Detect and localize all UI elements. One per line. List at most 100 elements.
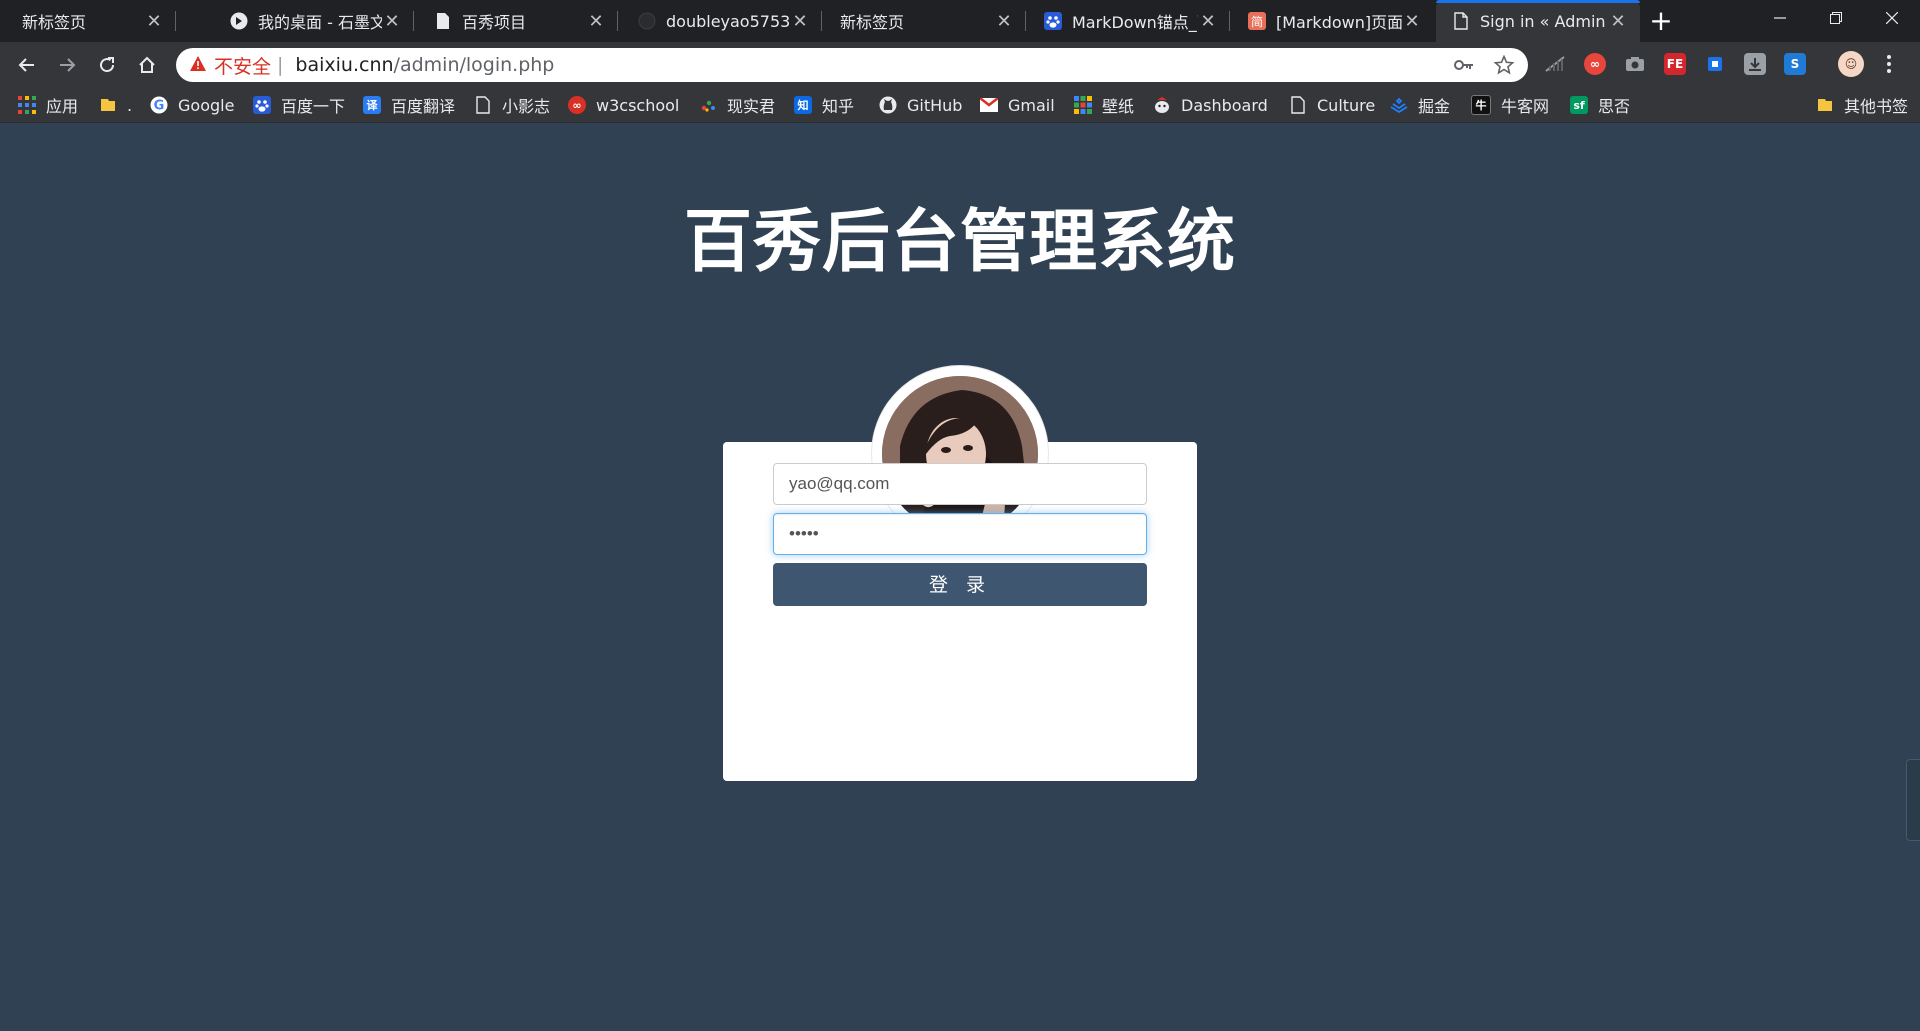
nowcoder-icon: 牛 bbox=[1471, 95, 1491, 115]
address-bar[interactable]: 不安全 | baixiu.cnn/admin/login.php bbox=[176, 48, 1528, 82]
bookmark-label: 牛客网 bbox=[1501, 97, 1550, 116]
forward-arrow-icon[interactable] bbox=[52, 50, 82, 80]
jianshu-icon: 简 bbox=[1248, 12, 1266, 30]
browser-tab[interactable]: MarkDown锚点_百 ✕ bbox=[1026, 0, 1230, 42]
browser-tab[interactable]: doubleyao5753/b ✕ bbox=[618, 0, 822, 42]
baidu-translate-icon: 译 bbox=[363, 96, 381, 114]
close-icon[interactable]: ✕ bbox=[1402, 11, 1422, 32]
menu-kebab-icon[interactable] bbox=[1882, 53, 1896, 75]
bookmark-label: GitHub bbox=[907, 95, 963, 115]
star-icon[interactable] bbox=[1494, 48, 1514, 82]
bookmark-segmentfault[interactable]: sf 思否 bbox=[1570, 88, 1630, 122]
browser-tab[interactable]: 新标签页 ✕ bbox=[0, 0, 176, 42]
login-button[interactable]: 登 录 bbox=[773, 563, 1147, 606]
close-icon[interactable]: ✕ bbox=[144, 11, 164, 32]
baidu-paw-icon bbox=[1044, 12, 1062, 30]
key-icon[interactable] bbox=[1454, 48, 1474, 82]
dashboard-icon bbox=[1153, 96, 1171, 114]
bookmark-nowcoder[interactable]: 牛 牛客网 bbox=[1471, 88, 1549, 122]
zhihu-icon: 知 bbox=[794, 96, 812, 114]
tab-separator bbox=[175, 11, 176, 31]
bookmark-google[interactable]: G Google bbox=[150, 88, 234, 122]
folder-icon bbox=[99, 96, 117, 114]
extension-infinity-icon[interactable]: ∞ bbox=[1584, 53, 1606, 75]
close-icon[interactable]: ✕ bbox=[382, 11, 402, 32]
close-icon[interactable]: ✕ bbox=[1198, 11, 1218, 32]
bookmark-label: 百度一下 bbox=[281, 97, 346, 116]
tab-title: [Markdown]页面 bbox=[1276, 13, 1402, 32]
avatar-image bbox=[882, 376, 1038, 532]
tab-title: 新标签页 bbox=[840, 13, 905, 32]
bookmark-other-folder[interactable]: 其他书签 bbox=[1816, 88, 1908, 122]
url-path: /admin/login.php bbox=[393, 54, 555, 76]
bookmark-w3cschool[interactable]: ∞ w3cschool bbox=[568, 88, 679, 122]
gmail-icon bbox=[980, 96, 998, 114]
bookmark-baidu[interactable]: 百度一下 bbox=[253, 88, 345, 122]
browser-tab[interactable]: 新标签页 ✕ bbox=[822, 0, 1026, 42]
bookmark-label: Google bbox=[178, 95, 235, 115]
bookmark-apps[interactable]: 应用 bbox=[18, 88, 78, 122]
bookmark-gmail[interactable]: Gmail bbox=[980, 88, 1055, 122]
bookmark-label: Dashboard bbox=[1181, 95, 1268, 115]
close-icon[interactable]: ✕ bbox=[994, 11, 1014, 32]
wallpaper-grid-icon bbox=[1074, 96, 1092, 114]
download-icon[interactable] bbox=[1744, 53, 1766, 75]
bookmark-juejin[interactable]: 掘金 bbox=[1390, 88, 1450, 122]
browser-tab[interactable]: 我的桌面 - 石墨文档 ✕ bbox=[210, 0, 414, 42]
bookmark-label: 掘金 bbox=[1418, 97, 1451, 116]
bookmark-label: 百度翻译 bbox=[391, 97, 456, 116]
reload-icon[interactable] bbox=[92, 50, 122, 80]
bookmark-folder[interactable]: . bbox=[99, 88, 132, 122]
bookmark-zhihu[interactable]: 知 知乎 bbox=[794, 88, 854, 122]
juejin-icon bbox=[1390, 96, 1408, 114]
camera-icon[interactable] bbox=[1624, 53, 1646, 75]
bookmark-label: 应用 bbox=[46, 97, 79, 116]
bookmark-label: 思否 bbox=[1598, 97, 1631, 116]
password-field[interactable] bbox=[773, 513, 1147, 555]
restore-icon[interactable] bbox=[1808, 0, 1864, 36]
login-page: 百秀后台管理系统 登 录 bbox=[0, 123, 1920, 1031]
svg-text:简: 简 bbox=[1251, 15, 1263, 29]
browser-tab[interactable]: 简 [Markdown]页面 ✕ bbox=[1230, 0, 1434, 42]
minimize-icon[interactable] bbox=[1752, 0, 1808, 36]
tab-title: 新标签页 bbox=[22, 13, 87, 32]
bookmark-label: 知乎 bbox=[822, 97, 855, 116]
bookmark-label: Gmail bbox=[1008, 95, 1055, 115]
close-icon[interactable]: ✕ bbox=[790, 11, 810, 32]
url-separator: | bbox=[277, 54, 284, 76]
extension-square-icon[interactable] bbox=[1704, 53, 1726, 75]
bookmark-xiaoyingzhi[interactable]: 小影志 bbox=[474, 88, 550, 122]
security-label[interactable]: 不安全 bbox=[214, 52, 271, 79]
segmentfault-icon: sf bbox=[1570, 96, 1588, 114]
bookmark-wallpaper[interactable]: 壁纸 bbox=[1074, 88, 1134, 122]
bookmark-github[interactable]: GitHub bbox=[879, 88, 962, 122]
bookmark-baidu-translate[interactable]: 译 百度翻译 bbox=[363, 88, 455, 122]
tab-title: 我的桌面 - 石墨文档 bbox=[258, 13, 382, 32]
new-tab-button[interactable]: + bbox=[1644, 4, 1678, 38]
warning-triangle-icon[interactable] bbox=[190, 55, 206, 76]
bookmark-label: 其他书签 bbox=[1844, 97, 1909, 116]
email-field[interactable] bbox=[773, 463, 1147, 505]
page-title: 百秀后台管理系统 bbox=[683, 203, 1236, 282]
apps-grid-icon bbox=[18, 96, 36, 114]
bookmark-xianshijun[interactable]: 现实君 bbox=[699, 88, 775, 122]
browser-toolbar: 不安全 | baixiu.cnn/admin/login.php ∞ FE S … bbox=[0, 42, 1920, 88]
browser-tab-active[interactable]: Sign in « Admin ✕ bbox=[1436, 0, 1640, 42]
extension-fe-icon[interactable]: FE bbox=[1664, 53, 1686, 75]
bookmark-dashboard[interactable]: Dashboard bbox=[1153, 88, 1268, 122]
baidu-paw-icon bbox=[253, 96, 271, 114]
bookmark-label: 现实君 bbox=[727, 97, 776, 116]
github-icon bbox=[638, 12, 656, 30]
bookmark-culture[interactable]: Culture bbox=[1289, 88, 1375, 122]
extension-s-icon[interactable]: S bbox=[1784, 53, 1806, 75]
extension-signal-icon[interactable] bbox=[1544, 53, 1566, 75]
close-window-icon[interactable] bbox=[1864, 0, 1920, 36]
tab-strip: 新标签页 ✕ 我的桌面 - 石墨文档 ✕ 百秀项目 ✕ doubleyao575… bbox=[0, 0, 1920, 42]
home-icon[interactable] bbox=[132, 50, 162, 80]
floating-widget[interactable] bbox=[1906, 759, 1920, 841]
back-arrow-icon[interactable] bbox=[12, 50, 42, 80]
close-icon[interactable]: ✕ bbox=[586, 11, 606, 32]
browser-tab[interactable]: 百秀项目 ✕ bbox=[414, 0, 618, 42]
profile-avatar-icon[interactable]: ☺ bbox=[1838, 51, 1864, 77]
close-icon[interactable]: ✕ bbox=[1608, 11, 1628, 32]
